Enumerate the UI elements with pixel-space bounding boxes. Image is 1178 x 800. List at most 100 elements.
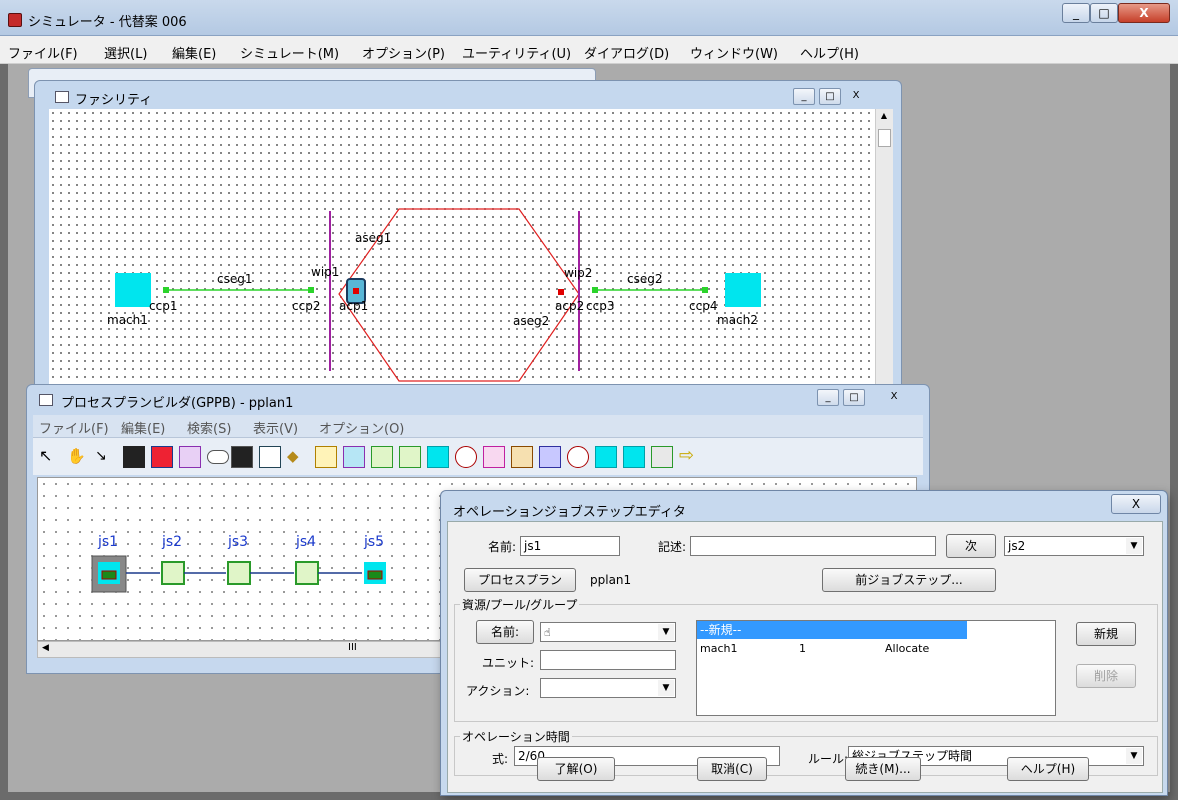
description-label: 記述: xyxy=(658,540,687,554)
hand-cursor-icon: ☝ xyxy=(544,626,551,639)
facility-canvas[interactable]: aseg1 aseg2 wip1 wip2 cseg1 cseg2 ccp1 c… xyxy=(49,109,875,391)
branch-tool-icon[interactable] xyxy=(567,446,589,468)
gppb-minimize-button[interactable]: _ xyxy=(817,389,839,406)
label-wip2: wip2 xyxy=(564,266,593,280)
arrow-right-icon[interactable]: ⇨ xyxy=(679,446,701,468)
menu-select[interactable]: 選択(L) xyxy=(104,43,147,62)
next-button[interactable]: 次 xyxy=(946,534,996,558)
resource2-tool-icon[interactable] xyxy=(623,446,645,468)
oval-tool-icon[interactable] xyxy=(207,450,229,464)
gppb-menu-edit[interactable]: 編集(E) xyxy=(121,418,165,437)
process-plan-button[interactable]: プロセスプラン xyxy=(464,568,576,592)
delete-button[interactable]: 削除 xyxy=(1076,664,1136,688)
gppb-menu-options[interactable]: オプション(O) xyxy=(319,418,404,437)
gppb-menu-search[interactable]: 検索(S) xyxy=(187,418,231,437)
scroll-left-arrow-icon[interactable]: ◀ xyxy=(42,643,49,653)
dialog-close-button[interactable]: X xyxy=(1111,494,1161,514)
facility-window: ファシリティ _ □ X aseg1 aseg2 wip1 wip2 cseg1… xyxy=(34,80,902,391)
label-cseg2: cseg2 xyxy=(627,272,663,286)
label-acp2: acp2 xyxy=(555,299,585,313)
ok-button[interactable]: 了解(O) xyxy=(537,757,615,781)
action-select[interactable]: ▼ xyxy=(540,678,676,698)
close-button[interactable]: X xyxy=(1118,3,1170,23)
label-mach2: mach2 xyxy=(717,313,758,327)
minimize-button[interactable]: _ xyxy=(1062,3,1090,23)
label-ccp1: ccp1 xyxy=(149,299,178,313)
operation-jobstep-dialog: オペレーションジョブステップエディタ X 名前: js1 記述: 次 js2 ▼… xyxy=(440,490,1168,796)
chevron-down-icon[interactable]: ▼ xyxy=(658,624,674,640)
connect-tool-icon[interactable]: ↘ xyxy=(95,446,117,468)
ccp4-point xyxy=(702,287,708,293)
document-tool-icon[interactable] xyxy=(315,446,337,468)
previous-jobstep-button[interactable]: 前ジョブステップ... xyxy=(822,568,996,592)
filter-tool-icon[interactable] xyxy=(539,446,561,468)
menu-help[interactable]: ヘルプ(H) xyxy=(800,43,859,62)
facility-minimize-button[interactable]: _ xyxy=(793,88,815,105)
fork-tool-icon[interactable] xyxy=(455,446,477,468)
menu-simulate[interactable]: シミュレート(M) xyxy=(240,43,339,62)
pointer-tool-icon[interactable]: ↖ xyxy=(39,446,61,468)
resource-listbox[interactable]: --新規-- mach1 1 Allocate xyxy=(696,620,1056,716)
menu-options[interactable]: オプション(P) xyxy=(362,43,445,62)
resource-group-title: 資源/プール/グループ xyxy=(460,596,580,613)
gppb-close-button[interactable]: X xyxy=(883,389,905,406)
ccp2-point xyxy=(308,287,314,293)
facility-close-button[interactable]: X xyxy=(845,88,867,105)
js2-node xyxy=(161,561,185,585)
label-ccp2: ccp2 xyxy=(292,299,321,313)
unit-field[interactable] xyxy=(540,650,676,670)
next-select[interactable]: js2 ▼ xyxy=(1004,536,1144,556)
next-select-value: js2 xyxy=(1008,539,1026,553)
triangle-tool-icon[interactable] xyxy=(151,446,173,468)
new-button[interactable]: 新規 xyxy=(1076,622,1136,646)
name-field[interactable]: js1 xyxy=(520,536,620,556)
matrix-tool-icon[interactable] xyxy=(231,446,253,468)
chevron-down-icon[interactable]: ▼ xyxy=(1126,748,1142,764)
menu-edit[interactable]: 編集(E) xyxy=(172,43,216,62)
scroll-grip[interactable]: III xyxy=(348,642,357,653)
chevron-down-icon[interactable]: ▼ xyxy=(658,680,674,696)
maximize-button[interactable]: □ xyxy=(1090,3,1118,23)
menu-dialog[interactable]: ダイアログ(D) xyxy=(584,43,669,62)
split-tool-icon[interactable] xyxy=(399,446,421,468)
order-tool-icon[interactable] xyxy=(511,446,533,468)
facility-vertical-scrollbar[interactable]: ▲ xyxy=(875,109,893,391)
dialog-title: オペレーションジョブステップエディタ xyxy=(453,505,686,520)
diamond-tool-icon[interactable]: ◆ xyxy=(287,446,309,468)
step-label-js4: js4 xyxy=(296,534,317,550)
help-button[interactable]: ヘルプ(H) xyxy=(1007,757,1089,781)
list-item-new[interactable]: --新規-- xyxy=(697,621,967,639)
resource-name-select[interactable]: ☝ ▼ xyxy=(540,622,676,642)
dots-tool-icon[interactable] xyxy=(259,446,281,468)
list-item[interactable]: mach1 1 Allocate xyxy=(697,641,1055,657)
hand-tool-icon[interactable]: ✋ xyxy=(67,446,89,468)
merge-tool-icon[interactable] xyxy=(483,446,505,468)
resource-name-button[interactable]: 名前: xyxy=(476,620,534,644)
app-icon xyxy=(8,13,22,27)
ccp1-point xyxy=(163,287,169,293)
machine-tool-icon[interactable] xyxy=(427,446,449,468)
grid-tool-icon[interactable] xyxy=(123,446,145,468)
gppb-maximize-button[interactable]: □ xyxy=(843,389,865,406)
exit-tool-icon[interactable] xyxy=(651,446,673,468)
continue-button[interactable]: 続き(M)... xyxy=(845,757,921,781)
stack-tool-icon[interactable] xyxy=(343,446,365,468)
label-acp1: acp1 xyxy=(339,299,369,313)
expression-label: 式: xyxy=(492,752,509,766)
gppb-horizontal-scrollbar[interactable]: ◀ III xyxy=(37,641,457,658)
scroll-up-arrow-icon[interactable]: ▲ xyxy=(878,111,890,125)
facility-maximize-button[interactable]: □ xyxy=(819,88,841,105)
menu-file[interactable]: ファイル(F) xyxy=(8,43,78,62)
cycle-tool-icon[interactable] xyxy=(371,446,393,468)
cancel-button[interactable]: 取消(C) xyxy=(697,757,767,781)
description-field[interactable] xyxy=(690,536,936,556)
gppb-menu-view[interactable]: 表示(V) xyxy=(253,418,298,437)
menu-window[interactable]: ウィンドウ(W) xyxy=(690,43,778,62)
wave-tool-icon[interactable] xyxy=(179,446,201,468)
gppb-menu-file[interactable]: ファイル(F) xyxy=(39,418,109,437)
scroll-thumb[interactable] xyxy=(878,129,891,147)
resource-tool-icon[interactable] xyxy=(595,446,617,468)
facility-diagram xyxy=(115,208,761,382)
chevron-down-icon[interactable]: ▼ xyxy=(1126,538,1142,554)
menu-utility[interactable]: ユーティリティ(U) xyxy=(462,43,571,62)
